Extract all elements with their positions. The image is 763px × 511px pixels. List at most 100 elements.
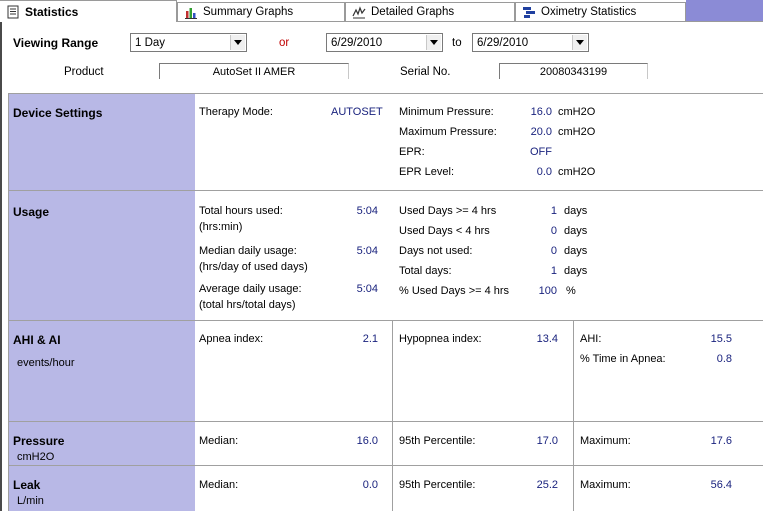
- apnea-index-label: Apnea index:: [199, 333, 264, 345]
- median-usage-label: Median daily usage:: [199, 245, 297, 257]
- pressure-p95-value: 17.0: [536, 435, 558, 447]
- product-label: Product: [64, 66, 104, 78]
- therapy-mode-label: Therapy Mode:: [199, 106, 273, 118]
- used-days-lt4-value: 0: [550, 225, 557, 237]
- column-divider: [573, 466, 574, 511]
- min-pressure-unit: cmH2O: [558, 106, 596, 118]
- column-divider: [573, 321, 574, 421]
- serial-label: Serial No.: [400, 66, 451, 78]
- used-days-ge4-label: Used Days >= 4 hrs: [399, 205, 497, 217]
- leak-section: Leak L/min Median: 0.0 95th Percentile: …: [9, 466, 763, 511]
- pressure-max-label: Maximum:: [580, 435, 631, 447]
- section-title: Leak: [13, 478, 41, 492]
- chevron-down-icon[interactable]: [426, 35, 441, 50]
- ahi-value: 15.5: [710, 333, 732, 345]
- to-label: to: [452, 37, 462, 49]
- column-divider: [392, 321, 393, 421]
- leak-max-value: 56.4: [710, 479, 732, 491]
- start-date-value: 6/29/2010: [331, 36, 383, 49]
- statistics-report: Device Settings Therapy Mode: AUTOSET Mi…: [8, 93, 763, 511]
- pressure-section: Pressure cmH2O Median: 16.0 95th Percent…: [9, 422, 763, 466]
- tab-label: Statistics: [25, 4, 79, 19]
- hypopnea-index-label: Hypopnea index:: [399, 333, 482, 345]
- range-select-value: 1 Day: [135, 36, 166, 49]
- tab-statistics[interactable]: Statistics: [0, 0, 177, 22]
- epr-level-value: 0.0: [536, 166, 552, 178]
- percent-unit: %: [566, 285, 576, 297]
- total-hours-sub: (hrs:min): [199, 221, 243, 233]
- column-divider: [573, 422, 574, 465]
- days-not-used-value: 0: [550, 245, 557, 257]
- apnea-index-value: 2.1: [362, 333, 378, 345]
- days-unit: days: [564, 265, 588, 277]
- section-subtitle: L/min: [17, 495, 44, 507]
- hypopnea-index-value: 13.4: [536, 333, 558, 345]
- section-title: Pressure: [13, 434, 65, 448]
- section-title: AHI & AI: [13, 333, 61, 347]
- days-unit: days: [564, 245, 588, 257]
- tab-label: Summary Graphs: [203, 6, 294, 18]
- ahi-label: AHI:: [580, 333, 602, 345]
- used-days-lt4-label: Used Days < 4 hrs: [399, 225, 490, 237]
- pct-used-days-value: 100: [538, 285, 557, 297]
- gantt-icon: [523, 7, 535, 18]
- total-hours-value: 5:04: [356, 205, 378, 217]
- column-divider: [392, 422, 393, 465]
- days-unit: days: [564, 225, 588, 237]
- max-pressure-label: Maximum Pressure:: [399, 126, 497, 138]
- epr-level-unit: cmH2O: [558, 166, 596, 178]
- total-days-value: 1: [550, 265, 557, 277]
- bar-chart-icon: [185, 8, 197, 19]
- tab-oximetry-statistics[interactable]: Oximetry Statistics: [515, 2, 686, 21]
- max-pressure-unit: cmH2O: [558, 126, 596, 138]
- time-in-apnea-value: 0.8: [716, 353, 732, 365]
- pressure-max-value: 17.6: [710, 435, 732, 447]
- section-subtitle: events/hour: [17, 357, 75, 369]
- days-not-used-label: Days not used:: [399, 245, 473, 257]
- min-pressure-value: 16.0: [530, 106, 552, 118]
- end-date-picker[interactable]: 6/29/2010: [472, 33, 589, 52]
- or-label: or: [279, 37, 290, 49]
- median-usage-sub: (hrs/day of used days): [199, 261, 308, 273]
- section-title: Usage: [13, 205, 50, 219]
- pct-used-days-label: % Used Days >= 4 hrs: [399, 285, 510, 297]
- pressure-median-value: 16.0: [356, 435, 378, 447]
- used-days-ge4-value: 1: [550, 205, 557, 217]
- section-title: Device Settings: [13, 106, 103, 120]
- pressure-p95-label: 95th Percentile:: [399, 435, 476, 447]
- tab-detailed-graphs[interactable]: Detailed Graphs: [345, 2, 515, 21]
- product-field: AutoSet II AMER: [159, 63, 349, 79]
- ahi-section: AHI & AI events/hour Apnea index: 2.1 Hy…: [9, 321, 763, 422]
- end-date-value: 6/29/2010: [477, 36, 529, 49]
- max-pressure-value: 20.0: [530, 126, 552, 138]
- line-graph-icon: [352, 6, 366, 19]
- therapy-mode-value: AUTOSET: [331, 106, 383, 118]
- tab-bar-fill: [686, 0, 763, 21]
- pressure-median-label: Median:: [199, 435, 239, 447]
- total-hours-label: Total hours used:: [199, 205, 283, 217]
- tab-label: Oximetry Statistics: [541, 6, 637, 18]
- leak-max-label: Maximum:: [580, 479, 631, 491]
- column-divider: [392, 466, 393, 511]
- leak-median-label: Median:: [199, 479, 239, 491]
- epr-level-label: EPR Level:: [399, 166, 455, 178]
- chevron-down-icon[interactable]: [230, 35, 245, 50]
- leak-p95-value: 25.2: [536, 479, 558, 491]
- average-usage-label: Average daily usage:: [199, 283, 302, 295]
- range-select[interactable]: 1 Day: [130, 33, 247, 52]
- epr-label: EPR:: [399, 146, 425, 158]
- tab-summary-graphs[interactable]: Summary Graphs: [177, 2, 345, 21]
- section-subtitle: cmH2O: [17, 451, 55, 463]
- tab-bar: Statistics Summary Graphs Detailed Graph…: [0, 0, 763, 22]
- start-date-picker[interactable]: 6/29/2010: [326, 33, 443, 52]
- usage-section: Usage Total hours used: (hrs:min) 5:04 M…: [9, 191, 763, 321]
- device-settings-section: Device Settings Therapy Mode: AUTOSET Mi…: [9, 94, 763, 191]
- min-pressure-label: Minimum Pressure:: [399, 106, 494, 118]
- serial-field: 20080343199: [499, 63, 648, 79]
- leak-median-value: 0.0: [362, 479, 378, 491]
- chevron-down-icon[interactable]: [572, 35, 587, 50]
- window-left-edge: [0, 22, 2, 511]
- days-unit: days: [564, 205, 588, 217]
- time-in-apnea-label: % Time in Apnea:: [580, 353, 666, 365]
- tab-label: Detailed Graphs: [371, 6, 455, 18]
